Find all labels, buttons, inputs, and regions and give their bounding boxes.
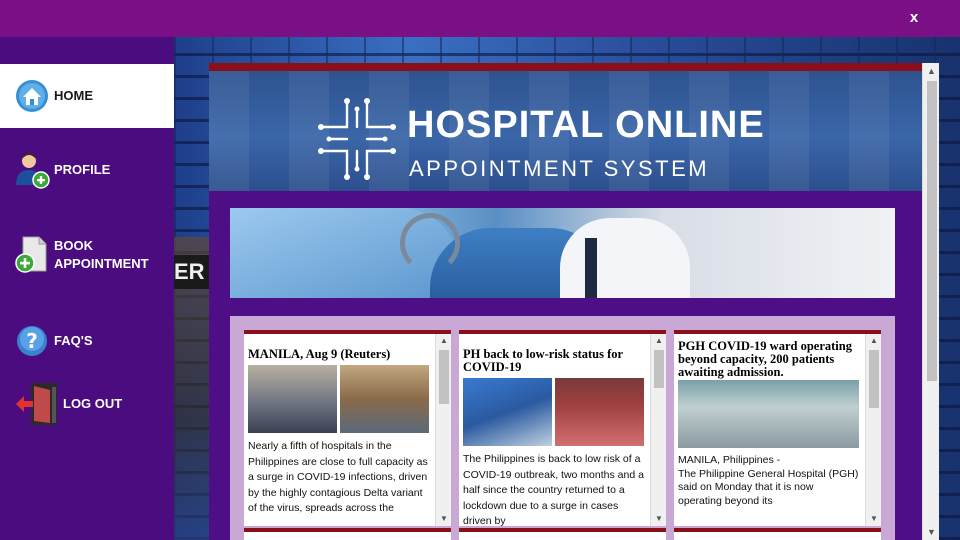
news-title: MANILA, Aug 9 (Reuters) bbox=[248, 347, 391, 361]
news-photo bbox=[555, 378, 644, 446]
card-scrollbar[interactable]: ▲ ▼ bbox=[865, 334, 881, 526]
sidebar-item-home[interactable]: HOME bbox=[0, 64, 174, 128]
news-card-3[interactable]: PGH COVID-19 ward operating beyond capac… bbox=[674, 330, 881, 526]
sidebar: HOME PROFILE BOOK APPOINTMENT ? FAQ'S LO… bbox=[0, 37, 174, 540]
scroll-down-icon[interactable]: ▼ bbox=[923, 524, 940, 540]
document-add-icon bbox=[14, 236, 50, 273]
sidebar-item-label: LOG OUT bbox=[63, 396, 123, 411]
user-add-icon bbox=[14, 152, 50, 189]
logout-door-icon bbox=[14, 381, 60, 427]
background-er-sign: ER bbox=[174, 255, 210, 289]
sidebar-item-logout[interactable]: LOG OUT bbox=[0, 381, 174, 427]
label-line-1: BOOK bbox=[54, 238, 93, 253]
help-icon: ? bbox=[14, 323, 50, 359]
scroll-thumb[interactable] bbox=[654, 350, 664, 388]
news-card-partial bbox=[459, 528, 666, 540]
scroll-thumb[interactable] bbox=[439, 350, 449, 404]
header-banner: HOSPITAL ONLINE APPOINTMENT SYSTEM bbox=[209, 71, 922, 191]
svg-text:?: ? bbox=[26, 329, 38, 353]
sidebar-item-faqs[interactable]: ? FAQ'S bbox=[0, 321, 174, 361]
banner-title: HOSPITAL ONLINE bbox=[407, 104, 765, 146]
close-button[interactable]: x bbox=[902, 6, 926, 30]
news-images bbox=[463, 378, 644, 446]
accent-line bbox=[209, 63, 922, 71]
doctors-hero-image bbox=[230, 208, 895, 298]
news-title: PGH COVID-19 ward operating beyond capac… bbox=[678, 339, 852, 379]
news-text: The Philippines is back to low risk of a… bbox=[463, 453, 644, 526]
scroll-up-icon[interactable]: ▲ bbox=[436, 334, 451, 348]
label-line-2: APPOINTMENT bbox=[54, 256, 149, 271]
news-text: MANILA, Philippines - The Philippine Gen… bbox=[678, 454, 859, 508]
sidebar-item-label: FAQ'S bbox=[54, 333, 93, 348]
main-content: HOSPITAL ONLINE APPOINTMENT SYSTEM MANIL… bbox=[209, 63, 922, 540]
news-images bbox=[678, 380, 859, 448]
sidebar-item-book-appointment[interactable]: BOOK APPOINTMENT bbox=[0, 233, 174, 277]
scroll-down-icon[interactable]: ▼ bbox=[651, 512, 666, 526]
news-text-line-2: The Philippine General Hospital (PGH) sa… bbox=[678, 467, 859, 507]
news-photo bbox=[340, 365, 429, 433]
news-title: PH back to low-risk status for COVID-19 bbox=[463, 347, 623, 374]
news-text: Nearly a fifth of hospitals in the Phili… bbox=[248, 440, 428, 514]
news-card-partial bbox=[674, 528, 881, 540]
sidebar-item-label: HOME bbox=[54, 88, 93, 103]
banner-subtitle: APPOINTMENT SYSTEM bbox=[409, 156, 710, 181]
news-panel: MANILA, Aug 9 (Reuters) Nearly a fifth o… bbox=[230, 316, 895, 540]
sidebar-item-label: PROFILE bbox=[54, 162, 111, 177]
home-icon bbox=[14, 78, 50, 114]
news-images bbox=[248, 365, 429, 433]
card-scrollbar[interactable]: ▲ ▼ bbox=[435, 334, 451, 526]
scroll-thumb[interactable] bbox=[869, 350, 879, 408]
news-photo bbox=[463, 378, 552, 446]
card-scrollbar[interactable]: ▲ ▼ bbox=[650, 334, 666, 526]
title-bar: x bbox=[0, 0, 960, 37]
main-scrollbar[interactable]: ▲ ▼ bbox=[922, 63, 939, 540]
news-photo bbox=[248, 365, 337, 433]
news-card-1[interactable]: MANILA, Aug 9 (Reuters) Nearly a fifth o… bbox=[244, 330, 451, 526]
scroll-up-icon[interactable]: ▲ bbox=[866, 334, 881, 348]
news-photo bbox=[678, 380, 859, 448]
news-card-partial bbox=[244, 528, 451, 540]
news-text-line-1: MANILA, Philippines - bbox=[678, 454, 781, 466]
scroll-down-icon[interactable]: ▼ bbox=[866, 512, 881, 526]
scroll-up-icon[interactable]: ▲ bbox=[651, 334, 666, 348]
scroll-down-icon[interactable]: ▼ bbox=[436, 512, 451, 526]
sidebar-item-label: BOOK APPOINTMENT bbox=[54, 237, 149, 273]
scroll-thumb[interactable] bbox=[927, 81, 937, 381]
medical-cross-logo-icon bbox=[318, 98, 396, 180]
scroll-up-icon[interactable]: ▲ bbox=[923, 63, 940, 79]
sidebar-item-profile[interactable]: PROFILE bbox=[0, 150, 174, 190]
news-card-2[interactable]: PH back to low-risk status for COVID-19 … bbox=[459, 330, 666, 526]
